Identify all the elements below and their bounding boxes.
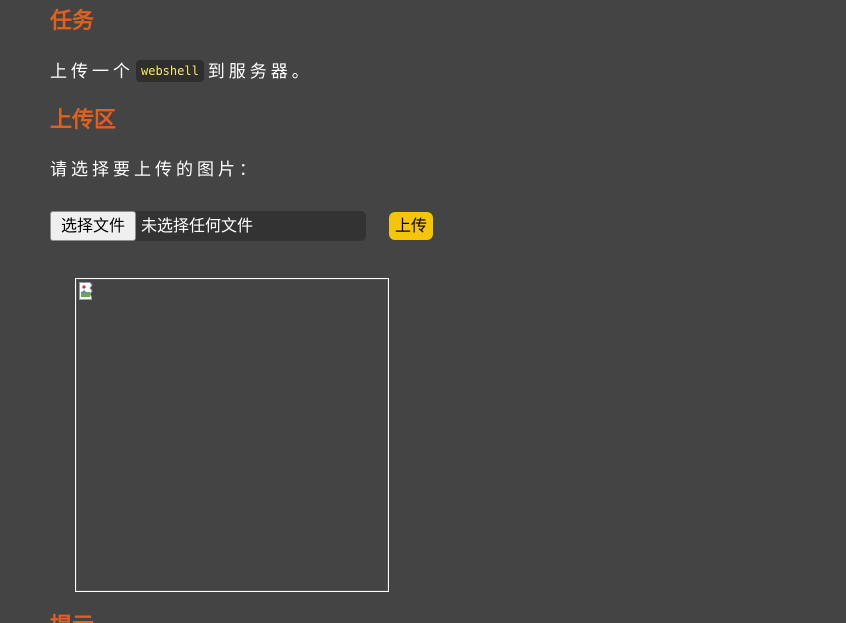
task-text-before: 上传一个 (50, 62, 134, 82)
webshell-code: webshell (136, 60, 204, 82)
task-text-after: 到服务器。 (207, 62, 313, 82)
image-preview (75, 278, 389, 592)
task-heading: 任务 (50, 9, 95, 34)
upload-heading: 上传区 (50, 108, 117, 133)
tip-heading: 提示 (50, 614, 94, 623)
page: 任务 上传一个 webshell 到服务器。 上传区 请选择要上传的图片： 选择文件… (0, 0, 846, 623)
broken-image-icon (79, 282, 93, 300)
file-status-text: 未选择任何文件 (141, 216, 254, 235)
choose-file-button[interactable]: 选择文件 (50, 211, 136, 241)
upload-button[interactable]: 上传 (389, 212, 433, 240)
task-description: 上传一个 webshell 到服务器。 (50, 58, 313, 85)
upload-prompt: 请选择要上传的图片： (50, 160, 260, 180)
file-input[interactable]: 选择文件 未选择任何文件 (50, 211, 366, 241)
